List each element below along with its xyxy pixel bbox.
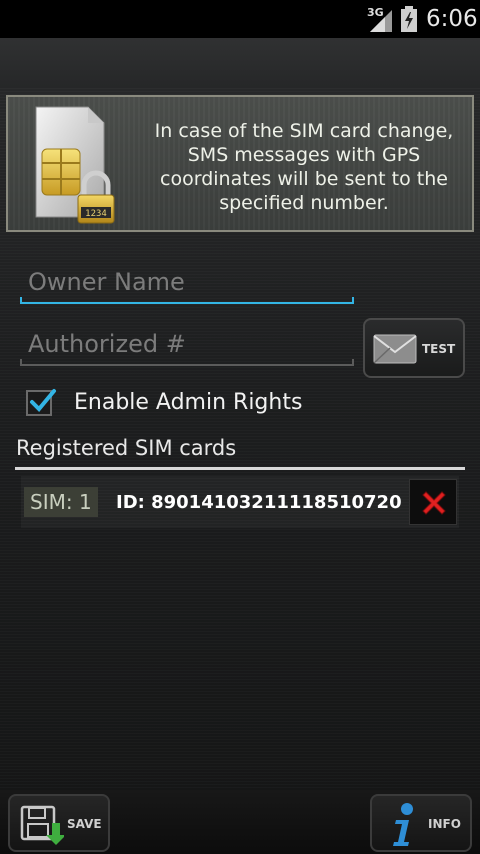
list-item: SIM: 1 ID: 89014103211118510720 <box>21 476 459 528</box>
info-icon <box>393 803 413 846</box>
delete-sim-button[interactable] <box>409 479 457 525</box>
owner-name-input[interactable] <box>20 262 354 302</box>
bottom-bar: SAVE INFO <box>0 790 480 854</box>
admin-rights-checkbox[interactable] <box>26 389 56 416</box>
status-bar: 3G 6:06 <box>0 0 480 38</box>
registered-sims-header: Registered SIM cards <box>15 436 465 470</box>
floppy-disk-icon <box>20 805 64 845</box>
lock-code-label: 1234 <box>85 209 107 219</box>
clock: 6:06 <box>426 6 478 32</box>
info-button-label: INFO <box>428 817 461 831</box>
battery-icon <box>401 6 417 32</box>
section-title: Registered SIM cards <box>16 436 237 460</box>
save-button[interactable]: SAVE <box>8 794 110 852</box>
admin-rights-row[interactable]: Enable Admin Rights <box>24 386 324 420</box>
owner-name-field[interactable] <box>20 262 354 304</box>
close-icon <box>422 491 446 515</box>
admin-rights-label: Enable Admin Rights <box>74 390 303 415</box>
test-button[interactable]: TEST <box>363 318 465 378</box>
signal-icon <box>370 10 392 32</box>
sim-slot-badge: SIM: 1 <box>24 487 98 517</box>
envelope-icon <box>373 334 417 364</box>
authorized-number-input[interactable] <box>20 324 354 364</box>
save-button-label: SAVE <box>67 817 102 831</box>
sim-card-lock-icon: 1234 <box>35 106 115 224</box>
info-button[interactable]: INFO <box>370 794 472 852</box>
test-button-label: TEST <box>422 342 456 356</box>
checkmark-icon <box>30 389 56 412</box>
authorized-number-field[interactable] <box>20 324 354 366</box>
info-banner: 1234 In case of the SIM card change, SMS… <box>6 95 474 232</box>
title-bar <box>0 38 480 88</box>
banner-text: In case of the SIM card change, SMS mess… <box>154 120 454 214</box>
sim-id-text: ID: 89014103211118510720 <box>116 492 402 513</box>
